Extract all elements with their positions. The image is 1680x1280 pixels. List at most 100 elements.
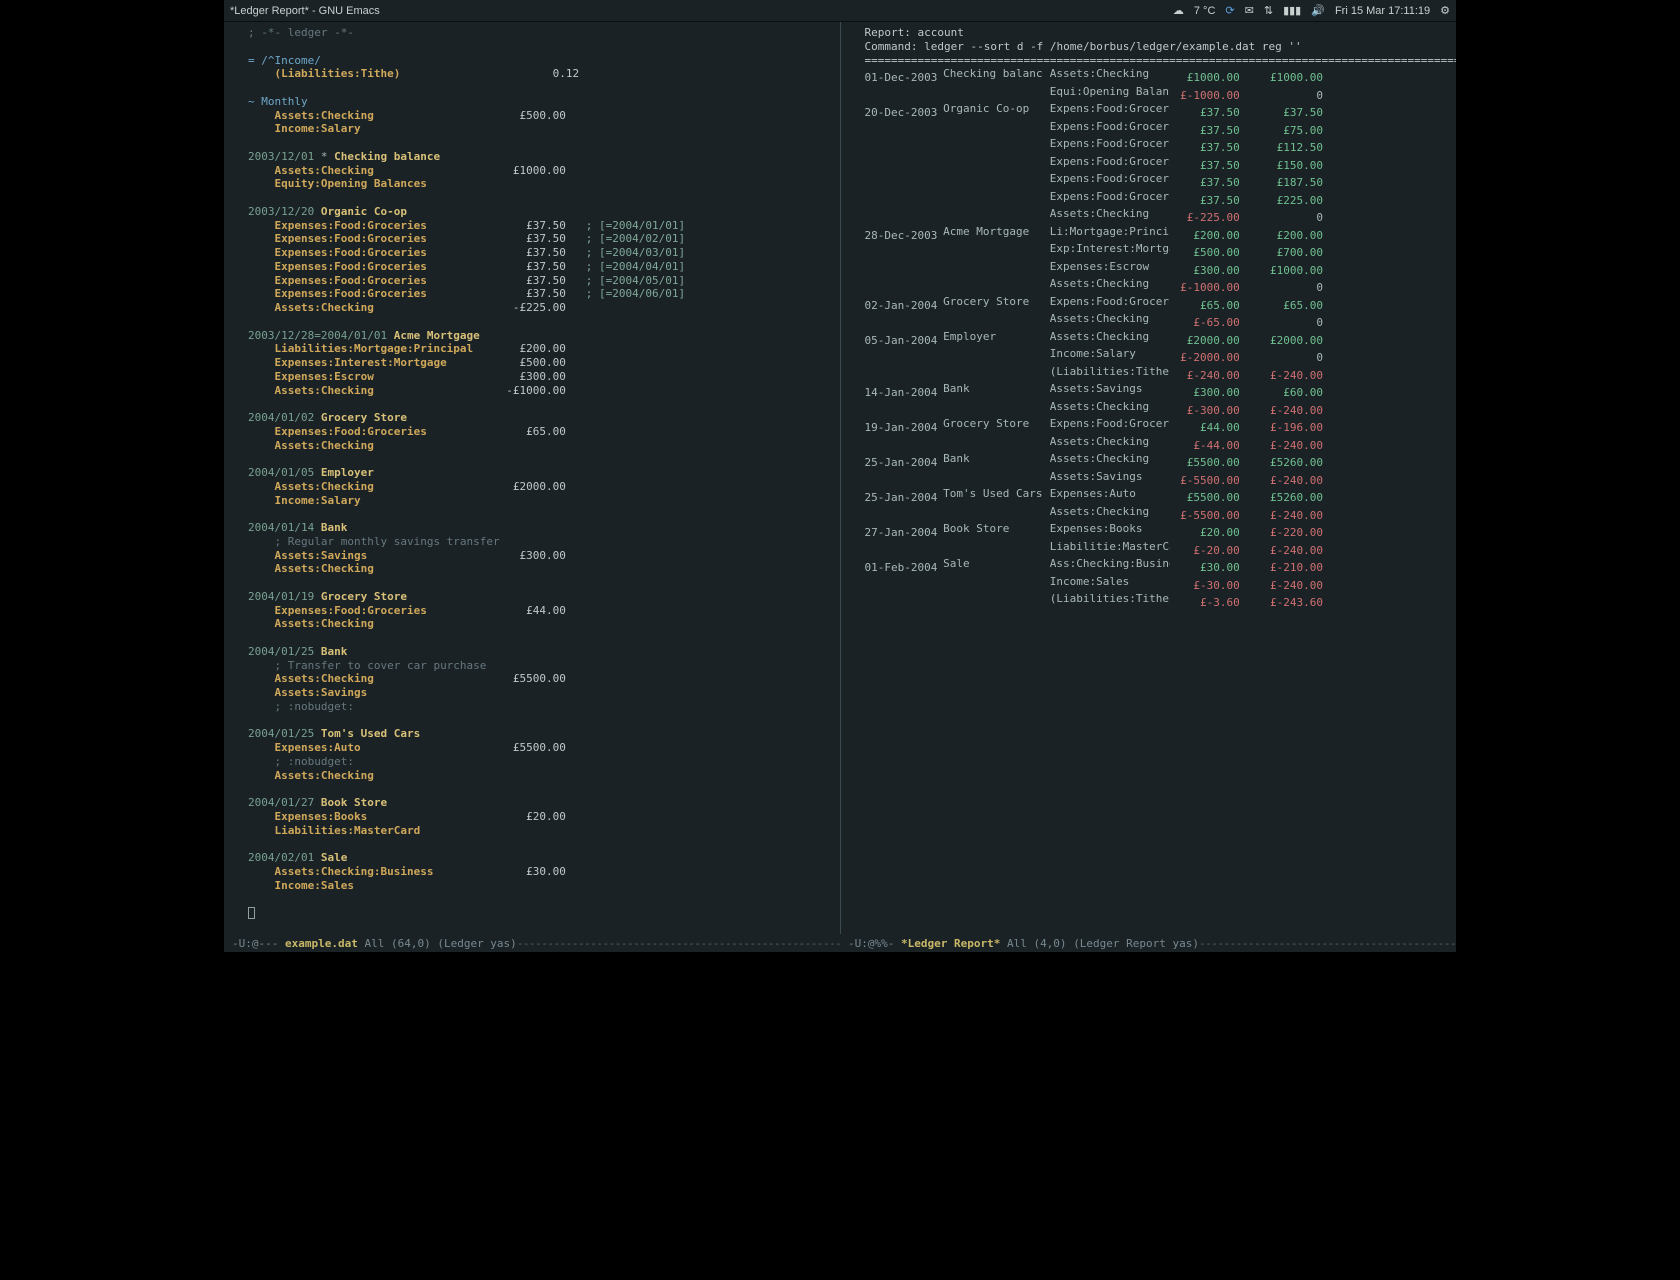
posting-amount [500, 562, 566, 575]
report-account: Assets:Checking [1050, 452, 1170, 466]
report-date [865, 439, 937, 453]
report-payee: Tom's Used Cars [943, 487, 1043, 501]
modeline-right[interactable]: -U:@%%- *Ledger Report* All (4,0) (Ledge… [840, 937, 1456, 950]
report-balance: 0 [1253, 211, 1323, 225]
report-amount: £20.00 [1170, 526, 1240, 540]
report-date: 01-Dec-2003 [865, 71, 937, 85]
report-amount: £37.50 [1170, 141, 1240, 155]
report-account: Expens:Food:Groceries [1050, 190, 1170, 204]
report-date [865, 141, 937, 155]
report-balance: £60.00 [1253, 386, 1323, 400]
report-account: Assets:Checking [1050, 67, 1170, 81]
report-payee [943, 470, 1043, 484]
tx-payee: Employer [321, 466, 374, 479]
report-date: 25-Jan-2004 [865, 456, 937, 470]
network-icon[interactable]: ⇅ [1264, 4, 1273, 17]
report-amount: £300.00 [1170, 264, 1240, 278]
report-account: Exp:Interest:Mortgage [1050, 242, 1170, 256]
report-date: 02-Jan-2004 [865, 299, 937, 313]
file-mode-comment: ; -*- ledger -*- [248, 26, 354, 39]
report-amount: £-20.00 [1170, 544, 1240, 558]
posting-account: Expenses:Escrow [275, 370, 500, 383]
report-account: Assets:Checking [1050, 505, 1170, 519]
buffer-name-right: *Ledger Report* [901, 937, 1000, 950]
tx-date: 2003/12/20 [248, 205, 314, 218]
report-amount: £-44.00 [1170, 439, 1240, 453]
report-payee: Acme Mortgage [943, 225, 1043, 239]
refresh-icon[interactable]: ⟳ [1225, 4, 1234, 17]
report-date [865, 369, 937, 383]
report-date [865, 509, 937, 523]
posting-amount: £5500.00 [500, 741, 566, 754]
posting-amount: £20.00 [500, 810, 566, 823]
report-balance: £75.00 [1253, 124, 1323, 138]
tx-payee: Book Store [321, 796, 387, 809]
report-balance: £-240.00 [1253, 544, 1323, 558]
report-payee: Bank [943, 382, 1043, 396]
modeline-left[interactable]: -U:@--- example.dat All (64,0) (Ledger y… [224, 937, 840, 950]
tx-date: 2003/12/01 [248, 150, 314, 163]
posting-account: Expenses:Food:Groceries [275, 287, 500, 300]
report-balance: £187.50 [1253, 176, 1323, 190]
report-payee: Grocery Store [943, 295, 1043, 309]
posting-account: Equity:Opening Balances [275, 177, 500, 190]
report-balance: £5260.00 [1253, 491, 1323, 505]
report-balance: £-240.00 [1253, 439, 1323, 453]
report-payee [943, 277, 1043, 291]
report-amount: £-1000.00 [1170, 89, 1240, 103]
report-date [865, 89, 937, 103]
posting-account: Expenses:Books [275, 810, 500, 823]
report-payee: Organic Co-op [943, 102, 1043, 116]
posting-amount [500, 494, 566, 507]
report-account: Expens:Food:Groceries [1050, 120, 1170, 134]
report-account: Assets:Checking [1050, 277, 1170, 291]
report-amount: £5500.00 [1170, 491, 1240, 505]
report-balance: £65.00 [1253, 299, 1323, 313]
report-account: Liabilitie:MasterCard [1050, 540, 1170, 554]
report-payee: Grocery Store [943, 417, 1043, 431]
report-account: (Liabilities:Tithe) [1050, 592, 1170, 606]
clock: Fri 15 Mar 17:11:19 [1335, 5, 1430, 17]
tx-date: 2004/01/14 [248, 521, 314, 534]
posting-amount: £300.00 [500, 370, 566, 383]
report-amount: £37.50 [1170, 159, 1240, 173]
posting-account: Assets:Checking [275, 301, 500, 314]
posting-amount [500, 177, 566, 190]
report-payee: Sale [943, 557, 1043, 571]
report-amount: £-240.00 [1170, 369, 1240, 383]
report-amount: £37.50 [1170, 194, 1240, 208]
posting-account: Assets:Checking [275, 672, 500, 685]
report-amount: £5500.00 [1170, 456, 1240, 470]
report-balance: 0 [1253, 89, 1323, 103]
settings-gear-icon[interactable]: ⚙ [1440, 4, 1450, 17]
posting-amount [500, 439, 566, 452]
report-balance: £225.00 [1253, 194, 1323, 208]
posting-account: Expenses:Food:Groceries [275, 219, 500, 232]
report-amount: £-2000.00 [1170, 351, 1240, 365]
report-account: Expens:Food:Groceries [1050, 417, 1170, 431]
report-account: Expens:Food:Groceries [1050, 137, 1170, 151]
report-balance: £1000.00 [1253, 71, 1323, 85]
battery-icon[interactable]: ▮▮▮ [1283, 4, 1301, 17]
tx-date: 2004/01/19 [248, 590, 314, 603]
posting-account: Assets:Savings [275, 549, 500, 562]
report-payee [943, 312, 1043, 326]
posting-amount: -£1000.00 [500, 384, 566, 397]
report-payee [943, 347, 1043, 361]
report-account: Expens:Food:Groceries [1050, 172, 1170, 186]
report-balance: £-240.00 [1253, 579, 1323, 593]
ledger-report-buffer[interactable]: Report: accountCommand: ledger --sort d … [841, 22, 1457, 934]
report-account: Expens:Food:Groceries [1050, 102, 1170, 116]
report-date [865, 264, 937, 278]
report-balance: £700.00 [1253, 246, 1323, 260]
ledger-source-buffer[interactable]: ; -*- ledger -*- = /^Income/ (Liabilitie… [224, 22, 841, 934]
report-account: Expens:Food:Groceries [1050, 155, 1170, 169]
posting-amount [500, 686, 566, 699]
report-payee: Employer [943, 330, 1043, 344]
tx-date: 2004/01/05 [248, 466, 314, 479]
volume-icon[interactable]: 🔊 [1311, 4, 1325, 17]
posting-account: Assets:Checking:Business [275, 865, 500, 878]
mail-icon[interactable]: ✉ [1245, 4, 1254, 17]
tx-date: 2004/01/25 [248, 645, 314, 658]
posting-account: Assets:Checking [275, 439, 500, 452]
